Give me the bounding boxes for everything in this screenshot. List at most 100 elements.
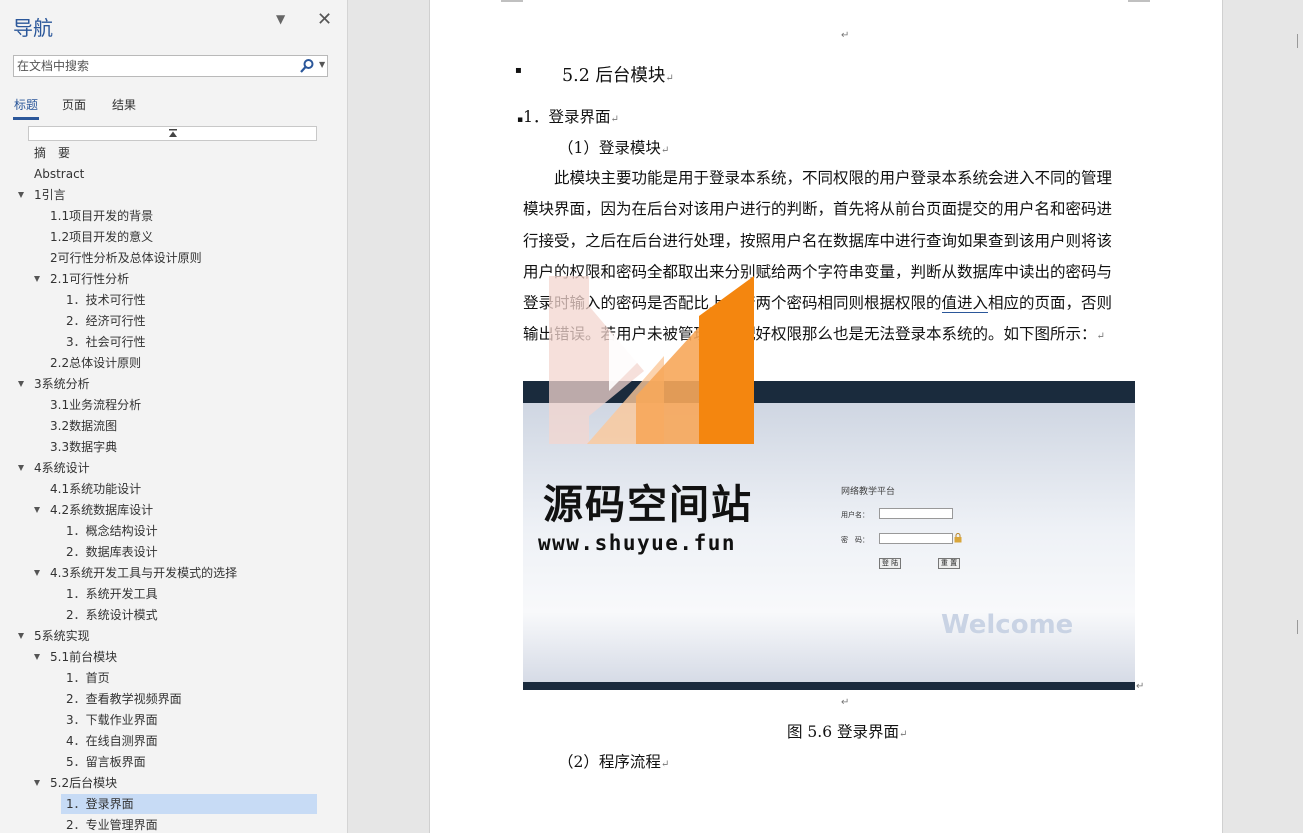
tree-item[interactable]: 5.1前台模块 xyxy=(0,647,347,667)
search-icon[interactable] xyxy=(299,58,315,74)
tree-item[interactable]: 5系统实现 xyxy=(0,626,347,646)
tree-item[interactable]: 1.1项目开发的背景 xyxy=(0,206,347,226)
tree-item[interactable]: 4.1系统功能设计 xyxy=(0,479,347,499)
tree-item-label: 1引言 xyxy=(34,188,66,202)
tree-item-label: 2.2总体设计原则 xyxy=(50,356,142,370)
expand-triangle-icon[interactable] xyxy=(34,276,40,282)
tree-item[interactable]: 2.2总体设计原则 xyxy=(0,353,347,373)
search-options-chevron-down-icon[interactable]: ▼ xyxy=(319,60,325,69)
figure-username-field xyxy=(879,508,953,519)
tree-item-label: 4.1系统功能设计 xyxy=(50,482,142,496)
section-heading-wrap: 5.2 后台模块↵ xyxy=(562,62,674,87)
tree-item-label: 5.1前台模块 xyxy=(50,650,118,664)
sub-heading-program-flow: （2）程序流程 xyxy=(558,753,661,771)
figure-login-button: 登 陆 xyxy=(879,558,901,569)
tree-item[interactable]: 1．首页 xyxy=(0,668,347,688)
tree-item[interactable]: 2可行性分析及总体设计原则 xyxy=(0,248,347,268)
tree-item[interactable]: 4.2系统数据库设计 xyxy=(0,500,347,520)
paragraph-mark: ↵ xyxy=(660,759,670,770)
tree-item[interactable]: 摘 要 xyxy=(0,143,347,163)
tree-item-label: 3．下载作业界面 xyxy=(66,713,158,727)
expand-triangle-icon[interactable] xyxy=(18,192,24,198)
paragraph-mark: ↵ xyxy=(841,697,850,708)
search-input[interactable] xyxy=(14,56,290,76)
figure-welcome-text: Welcome xyxy=(941,610,1074,640)
expand-triangle-icon[interactable] xyxy=(34,507,40,513)
expand-triangle-icon[interactable] xyxy=(34,654,40,660)
tree-item[interactable]: 1引言 xyxy=(0,185,347,205)
tree-item[interactable]: 4．在线自测界面 xyxy=(0,731,347,751)
ruler-mark xyxy=(1297,34,1303,48)
crop-mark xyxy=(1128,0,1150,2)
tree-item[interactable]: Abstract xyxy=(0,164,347,184)
tree-item[interactable]: 2．查看教学视频界面 xyxy=(0,689,347,709)
tree-item[interactable]: 2．系统设计模式 xyxy=(0,605,347,625)
tree-item-label: 5.2后台模块 xyxy=(50,776,118,790)
tree-item[interactable]: 2．专业管理界面 xyxy=(0,815,347,833)
tab-pages[interactable]: 页面 xyxy=(62,96,86,113)
watermark-name: 源码空间站 xyxy=(543,482,753,528)
tree-item[interactable]: 1．概念结构设计 xyxy=(0,521,347,541)
paragraph-mark: ↵ xyxy=(1096,331,1105,343)
figure-reset-button: 重 置 xyxy=(938,558,960,569)
subheading-wrap: ▪1．登录界面↵ xyxy=(517,105,619,127)
nav-options-chevron-down-icon[interactable]: ▼ xyxy=(276,12,285,26)
tree-item-label: 4．在线自测界面 xyxy=(66,734,158,748)
tree-item-selected[interactable]: 1．登录界面 xyxy=(61,794,317,814)
nav-title: 导航 xyxy=(13,16,53,40)
tree-item[interactable]: 2．数据库表设计 xyxy=(0,542,347,562)
tree-item[interactable]: 3系统分析 xyxy=(0,374,347,394)
paragraph-mark: ↵ xyxy=(899,729,908,740)
tree-item[interactable]: 3.1业务流程分析 xyxy=(0,395,347,415)
tree-item-label: 2．系统设计模式 xyxy=(66,608,158,622)
tree-item-label: 2．查看教学视频界面 xyxy=(66,692,182,706)
tree-item-label: Abstract xyxy=(34,167,85,181)
figure-password-field xyxy=(879,533,953,544)
tree-item[interactable]: 3．社会可行性 xyxy=(0,332,347,352)
tree-item[interactable]: 4系统设计 xyxy=(0,458,347,478)
tab-results[interactable]: 结果 xyxy=(112,96,136,113)
tree-item[interactable]: 1．系统开发工具 xyxy=(0,584,347,604)
search-box: ▼ xyxy=(13,55,328,77)
tab-headings[interactable]: 标题 xyxy=(14,96,38,113)
figure-platform-title: 网络教学平台 xyxy=(841,487,896,497)
tree-item[interactable]: 2.1可行性分析 xyxy=(0,269,347,289)
tree-item-label: 3.3数据字典 xyxy=(50,440,118,454)
tree-item[interactable]: 3．下载作业界面 xyxy=(0,710,347,730)
figure-bottom-bar xyxy=(523,682,1135,690)
navigation-pane: 导航 ▼ ✕ ▼ 标题 页面 结果 摘 要 Abstract 1引言 1.1项目开发的… xyxy=(0,0,348,833)
paragraph-mark: ↵ xyxy=(1136,681,1145,692)
tree-item-label: 1．概念结构设计 xyxy=(66,524,158,538)
active-tab-indicator xyxy=(13,117,39,120)
paragraph-mark: ↵ xyxy=(841,30,850,41)
underlined-text: 值进入 xyxy=(941,294,989,314)
sub-heading-login-module: （1）登录模块 xyxy=(558,139,661,157)
tree-item-label: 3.1业务流程分析 xyxy=(50,398,142,412)
watermark-logo xyxy=(549,276,754,444)
tree-item[interactable]: 2．经济可行性 xyxy=(0,311,347,331)
figure-password-label: 密 码： xyxy=(841,536,869,544)
lock-icon xyxy=(954,533,962,543)
tree-item[interactable]: 1．技术可行性 xyxy=(0,290,347,310)
expand-triangle-icon[interactable] xyxy=(18,465,24,471)
expand-triangle-icon[interactable] xyxy=(18,381,24,387)
para-line-tail: 相应的页面，否则 xyxy=(988,294,1113,313)
tree-item[interactable]: 1.2项目开发的意义 xyxy=(0,227,347,247)
tree-item-label: 5．留言板界面 xyxy=(66,755,146,769)
section-heading: 5.2 后台模块 xyxy=(562,66,666,86)
expand-triangle-icon[interactable] xyxy=(34,570,40,576)
tree-item[interactable]: 5．留言板界面 xyxy=(0,752,347,772)
tree-item-label: 3.2数据流图 xyxy=(50,419,118,433)
tree-item[interactable]: 3.2数据流图 xyxy=(0,416,347,436)
caption-wrap: 图 5.6 登录界面↵ xyxy=(787,720,907,742)
ruler-mark xyxy=(1297,620,1303,634)
tree-item-label: 4.2系统数据库设计 xyxy=(50,503,154,517)
tree-item[interactable]: 3.3数据字典 xyxy=(0,437,347,457)
tree-item[interactable]: 4.3系统开发工具与开发模式的选择 xyxy=(0,563,347,583)
scroll-up-bar[interactable] xyxy=(28,126,317,141)
expand-triangle-icon[interactable] xyxy=(18,633,24,639)
expand-triangle-icon[interactable] xyxy=(34,780,40,786)
close-icon[interactable]: ✕ xyxy=(317,9,332,30)
bullet-icon: ▪ xyxy=(515,65,522,76)
tree-item[interactable]: 5.2后台模块 xyxy=(0,773,347,793)
